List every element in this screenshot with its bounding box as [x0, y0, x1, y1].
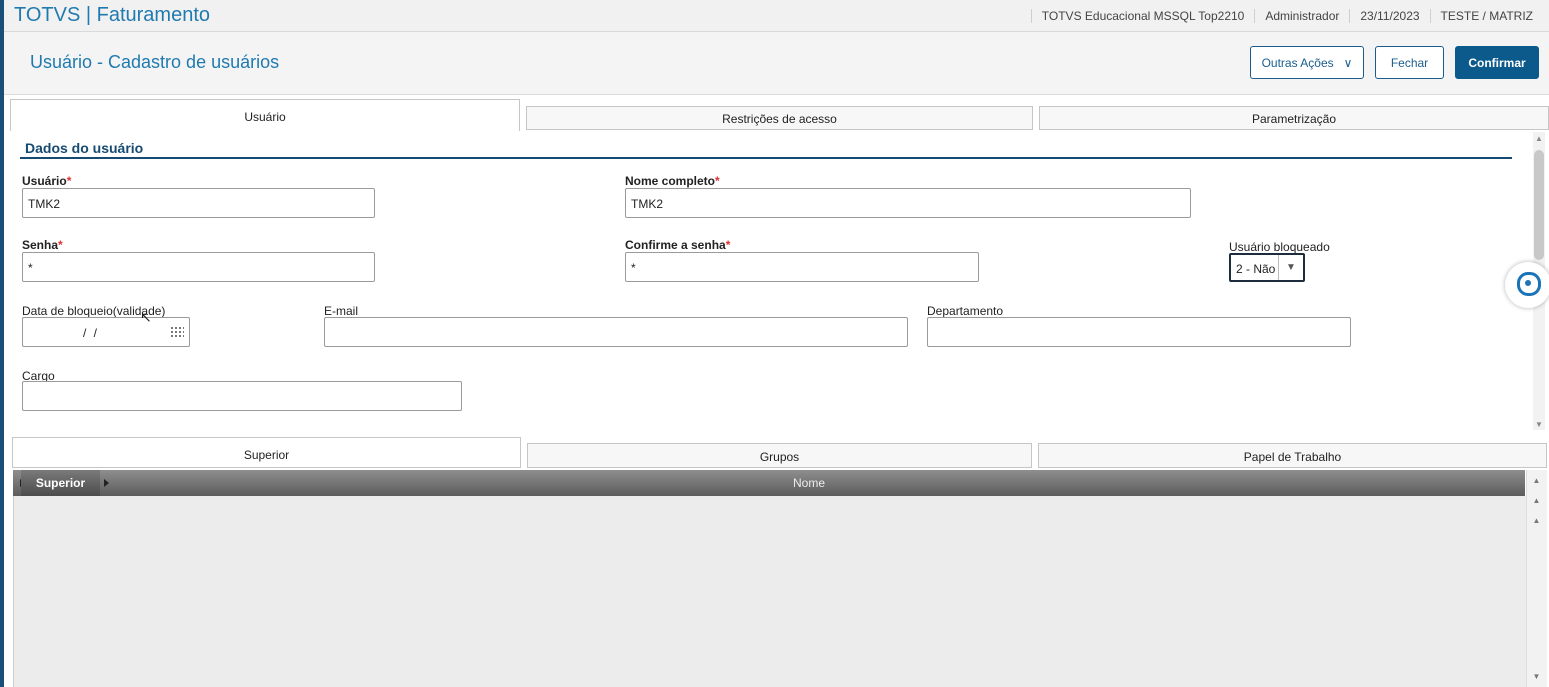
data-bloqueio-field[interactable]: / / [22, 317, 190, 347]
other-actions-label: Outras Ações [1261, 55, 1334, 70]
nome-completo-label: Nome completo* [625, 174, 720, 188]
email-field[interactable] [324, 317, 908, 347]
mouse-cursor-icon: ↖ [140, 309, 152, 325]
scroll-page-up-icon[interactable]: ▲ [1530, 494, 1543, 508]
tab-restricoes-acesso[interactable]: Restrições de acesso [526, 106, 1033, 130]
senha-label: Senha* [22, 238, 63, 252]
column-header-nome[interactable]: Nome [793, 476, 825, 490]
departamento-field[interactable] [927, 317, 1351, 347]
app-title: TOTVS | Faturamento [14, 4, 211, 26]
confirme-senha-field[interactable]: * [625, 252, 979, 282]
subtab-grupos[interactable]: Grupos [527, 443, 1032, 468]
usuario-field[interactable]: TMK2 [22, 188, 375, 218]
calendar-icon[interactable] [170, 326, 184, 338]
usuario-bloqueado-label: Usuário bloqueado [1229, 240, 1330, 254]
section-title: Dados do usuário [25, 140, 144, 156]
scroll-up-icon[interactable]: ▲ [1530, 514, 1543, 528]
column-marker-icon [104, 479, 109, 487]
confirme-senha-label: Confirme a senha* [625, 238, 731, 252]
column-header-superior[interactable]: Superior [21, 470, 100, 496]
top-info: TOTVS Educacional MSSQL Top2210 Administ… [1030, 9, 1543, 23]
subtab-papel-trabalho[interactable]: Papel de Trabalho [1038, 443, 1547, 468]
grid-body [13, 496, 1526, 687]
other-actions-button[interactable]: Outras Ações ∨ [1250, 46, 1364, 79]
senha-field[interactable]: * [22, 252, 375, 282]
cargo-field[interactable] [22, 381, 462, 411]
chevron-down-icon: ∨ [1343, 55, 1353, 70]
date-label: 23/11/2023 [1349, 9, 1429, 23]
usuario-bloqueado-value: 2 - Não [1236, 262, 1276, 276]
grid-scrollbar[interactable]: ▲ ▲ ▲ ▼ [1526, 470, 1547, 687]
user-label[interactable]: Administrador [1254, 9, 1349, 23]
subtab-superior[interactable]: Superior [12, 437, 521, 468]
departamento-label: Departamento [927, 304, 1004, 318]
grid-header: Superior Nome [13, 470, 1525, 496]
environment-label: TOTVS Educacional MSSQL Top2210 [1030, 9, 1255, 23]
page-title: Usuário - Cadastro de usuários [30, 52, 280, 72]
tab-parametrizacao[interactable]: Parametrização [1039, 106, 1549, 130]
caret-down-icon[interactable]: ▼ [1278, 255, 1303, 280]
page-header: Usuário - Cadastro de usuários Outras Aç… [4, 32, 1549, 95]
scrollbar-thumb[interactable] [1534, 150, 1544, 260]
company-label[interactable]: TESTE / MATRIZ [1429, 9, 1543, 23]
nome-completo-field[interactable]: TMK2 [625, 188, 1191, 218]
tab-usuario[interactable]: Usuário [10, 99, 520, 131]
usuario-label: Usuário* [22, 174, 72, 188]
left-edge-bar [0, 0, 4, 687]
chat-assistant-button[interactable] [1505, 262, 1549, 308]
chat-icon-dot [1525, 280, 1531, 286]
section-divider [20, 157, 1512, 159]
email-label: E-mail [324, 304, 359, 318]
confirm-button[interactable]: Confirmar [1455, 46, 1539, 79]
scroll-down-icon[interactable]: ▼ [1535, 420, 1543, 429]
top-bar: TOTVS | Faturamento TOTVS Educacional MS… [4, 0, 1549, 32]
scroll-down-icon[interactable]: ▼ [1530, 670, 1543, 684]
usuario-bloqueado-select[interactable]: 2 - Não ▼ [1229, 253, 1305, 282]
scroll-top-icon[interactable]: ▲ [1530, 474, 1543, 488]
scroll-up-icon[interactable]: ▲ [1535, 134, 1543, 143]
close-button[interactable]: Fechar [1375, 46, 1444, 79]
section-dados-usuario: Dados do usuário [20, 140, 1512, 159]
data-bloqueio-value: / / [83, 326, 100, 340]
